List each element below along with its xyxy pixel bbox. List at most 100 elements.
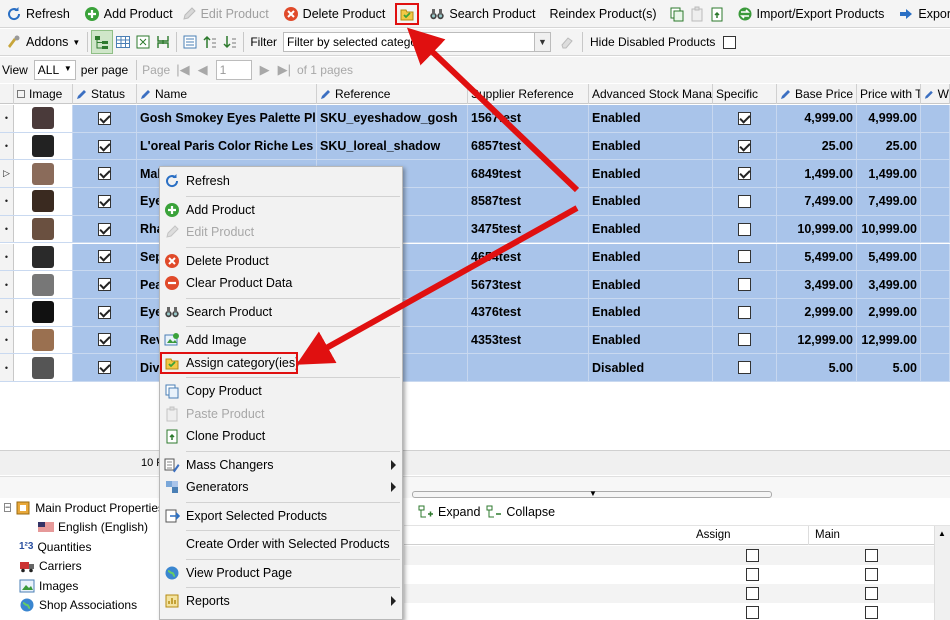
specific-checkbox[interactable] xyxy=(738,167,751,181)
import-export-button[interactable]: Import/Export Products xyxy=(733,2,889,26)
base-price-cell[interactable]: 7,499.00 xyxy=(777,188,857,215)
status-cell[interactable] xyxy=(73,354,137,381)
per-page-select[interactable]: ALL ▼ xyxy=(33,60,76,80)
column-header-price-with-tax[interactable]: Price with Ta xyxy=(857,84,921,104)
clear-filter-button[interactable] xyxy=(555,30,579,54)
collapse-all-button[interactable] xyxy=(153,30,173,54)
weight-cell[interactable] xyxy=(921,354,950,381)
menu-item-paste-product[interactable]: Paste Product xyxy=(160,403,402,426)
sort-up-button[interactable] xyxy=(200,30,220,54)
specific-checkbox[interactable] xyxy=(738,139,751,153)
main-checkbox[interactable] xyxy=(865,587,878,600)
specific-cell[interactable] xyxy=(713,271,777,298)
table-row[interactable]: • Gosh Smokey Eyes Palette Plum SKU_eyesha… xyxy=(0,105,950,133)
assign-checkbox[interactable] xyxy=(746,549,759,562)
weight-cell[interactable] xyxy=(921,160,950,188)
price-with-tax-cell[interactable]: 3,499.00 xyxy=(857,271,921,298)
menu-item-generators[interactable]: Generators xyxy=(160,476,402,499)
column-header-reference[interactable]: Reference xyxy=(317,84,468,104)
price-with-tax-cell[interactable]: 2,999.00 xyxy=(857,298,921,326)
specific-cell[interactable] xyxy=(713,243,777,271)
status-cell[interactable] xyxy=(73,243,137,271)
supplier-reference-cell[interactable] xyxy=(468,354,589,381)
menu-item-view-product-page[interactable]: View Product Page xyxy=(160,562,402,585)
table-row[interactable]: •DivhadowDisabled5.005.00 xyxy=(0,354,950,382)
grid-view-button[interactable] xyxy=(113,30,133,54)
status-checkbox[interactable] xyxy=(98,194,111,208)
price-with-tax-cell[interactable]: 7,499.00 xyxy=(857,188,921,215)
base-price-cell[interactable]: 25.00 xyxy=(777,132,857,160)
status-checkbox[interactable] xyxy=(98,361,111,375)
panel-splitter[interactable]: ▼ xyxy=(412,489,772,498)
clone-toolbar-button[interactable] xyxy=(707,2,727,26)
status-cell[interactable] xyxy=(73,326,137,354)
specific-checkbox[interactable] xyxy=(738,222,751,236)
paste-toolbar-button[interactable] xyxy=(687,2,707,26)
menu-item-export-selected[interactable]: Export Selected Products xyxy=(160,505,402,528)
specific-checkbox[interactable] xyxy=(738,194,751,208)
specific-cell[interactable] xyxy=(713,188,777,215)
row-marker[interactable]: • xyxy=(0,243,14,271)
first-page-icon[interactable]: |◀ xyxy=(176,62,189,78)
status-cell[interactable] xyxy=(73,188,137,215)
weight-cell[interactable] xyxy=(921,326,950,354)
menu-item-create-order[interactable]: Create Order with Selected Products xyxy=(160,533,402,556)
status-cell[interactable] xyxy=(73,271,137,298)
menu-item-delete-product[interactable]: Delete Product xyxy=(160,250,402,273)
status-checkbox[interactable] xyxy=(98,333,111,347)
advanced-stock-cell[interactable]: Enabled xyxy=(589,243,713,271)
row-marker[interactable]: • xyxy=(0,188,14,215)
reference-cell[interactable]: SKU_loreal_shadow xyxy=(317,132,468,160)
supplier-reference-cell[interactable]: 6857test xyxy=(468,132,589,160)
advanced-stock-cell[interactable]: Enabled xyxy=(589,188,713,215)
expand-all-button[interactable] xyxy=(133,30,153,54)
price-with-tax-cell[interactable]: 1,499.00 xyxy=(857,160,921,188)
advanced-stock-cell[interactable]: Enabled xyxy=(589,160,713,188)
menu-item-copy-product[interactable]: Copy Product xyxy=(160,380,402,403)
assign-categories-toolbar-button[interactable] xyxy=(395,2,420,25)
tree-item-quantities[interactable]: 1²3 Quantities xyxy=(0,537,159,557)
row-marker[interactable]: • xyxy=(0,354,14,381)
name-cell[interactable]: L'oreal Paris Color Riche Les On xyxy=(137,132,317,160)
menu-item-search-product[interactable]: Search Product xyxy=(160,301,402,324)
supplier-reference-cell[interactable]: 4353test xyxy=(468,326,589,354)
assign-checkbox[interactable] xyxy=(746,587,759,600)
menu-item-mass-changers[interactable]: Mass Changers xyxy=(160,454,402,477)
base-price-cell[interactable]: 4,999.00 xyxy=(777,105,857,132)
specific-checkbox[interactable] xyxy=(738,111,751,125)
status-cell[interactable] xyxy=(73,105,137,132)
tree-view-button[interactable] xyxy=(91,30,114,54)
column-header-image[interactable]: Image xyxy=(14,84,73,104)
status-checkbox[interactable] xyxy=(98,167,111,181)
tree-item-shop-associations[interactable]: Shop Associations xyxy=(0,596,159,616)
menu-item-reports[interactable]: Reports xyxy=(160,590,402,613)
assign-checkbox[interactable] xyxy=(746,606,759,619)
row-marker[interactable]: • xyxy=(0,298,14,326)
menu-item-add-product[interactable]: Add Product xyxy=(160,199,402,222)
collapse-toggle-icon[interactable]: − xyxy=(4,503,12,513)
weight-cell[interactable] xyxy=(921,298,950,326)
column-header-specific[interactable]: Specific xyxy=(713,84,777,104)
specific-checkbox[interactable] xyxy=(738,305,751,319)
prev-page-icon[interactable]: ◀ xyxy=(198,62,208,78)
status-checkbox[interactable] xyxy=(98,305,111,319)
table-row[interactable]: •Eyehadow8587testEnabled7,499.007,499.00 xyxy=(0,188,950,216)
column-header-base-price[interactable]: Base Price xyxy=(777,84,857,104)
price-with-tax-cell[interactable]: 5.00 xyxy=(857,354,921,381)
weight-cell[interactable] xyxy=(921,271,950,298)
collapse-button[interactable]: Collapse xyxy=(486,500,555,524)
advanced-stock-cell[interactable]: Enabled xyxy=(589,132,713,160)
weight-cell[interactable] xyxy=(921,188,950,215)
weight-cell[interactable] xyxy=(921,243,950,271)
column-header-status[interactable]: Status xyxy=(73,84,137,104)
row-marker[interactable]: • xyxy=(0,326,14,354)
status-cell[interactable] xyxy=(73,215,137,243)
menu-item-refresh[interactable]: Refresh xyxy=(160,170,402,193)
table-row[interactable]: •Rhaw_mia3475testEnabled10,999.0010,999.… xyxy=(0,215,950,244)
row-marker[interactable]: ▷ xyxy=(0,160,14,188)
base-price-cell[interactable]: 10,999.00 xyxy=(777,215,857,243)
row-marker[interactable]: • xyxy=(0,105,14,132)
supplier-reference-cell[interactable]: 6849test xyxy=(468,160,589,188)
base-price-cell[interactable]: 1,499.00 xyxy=(777,160,857,188)
scroll-up-icon[interactable]: ▲ xyxy=(938,529,946,538)
